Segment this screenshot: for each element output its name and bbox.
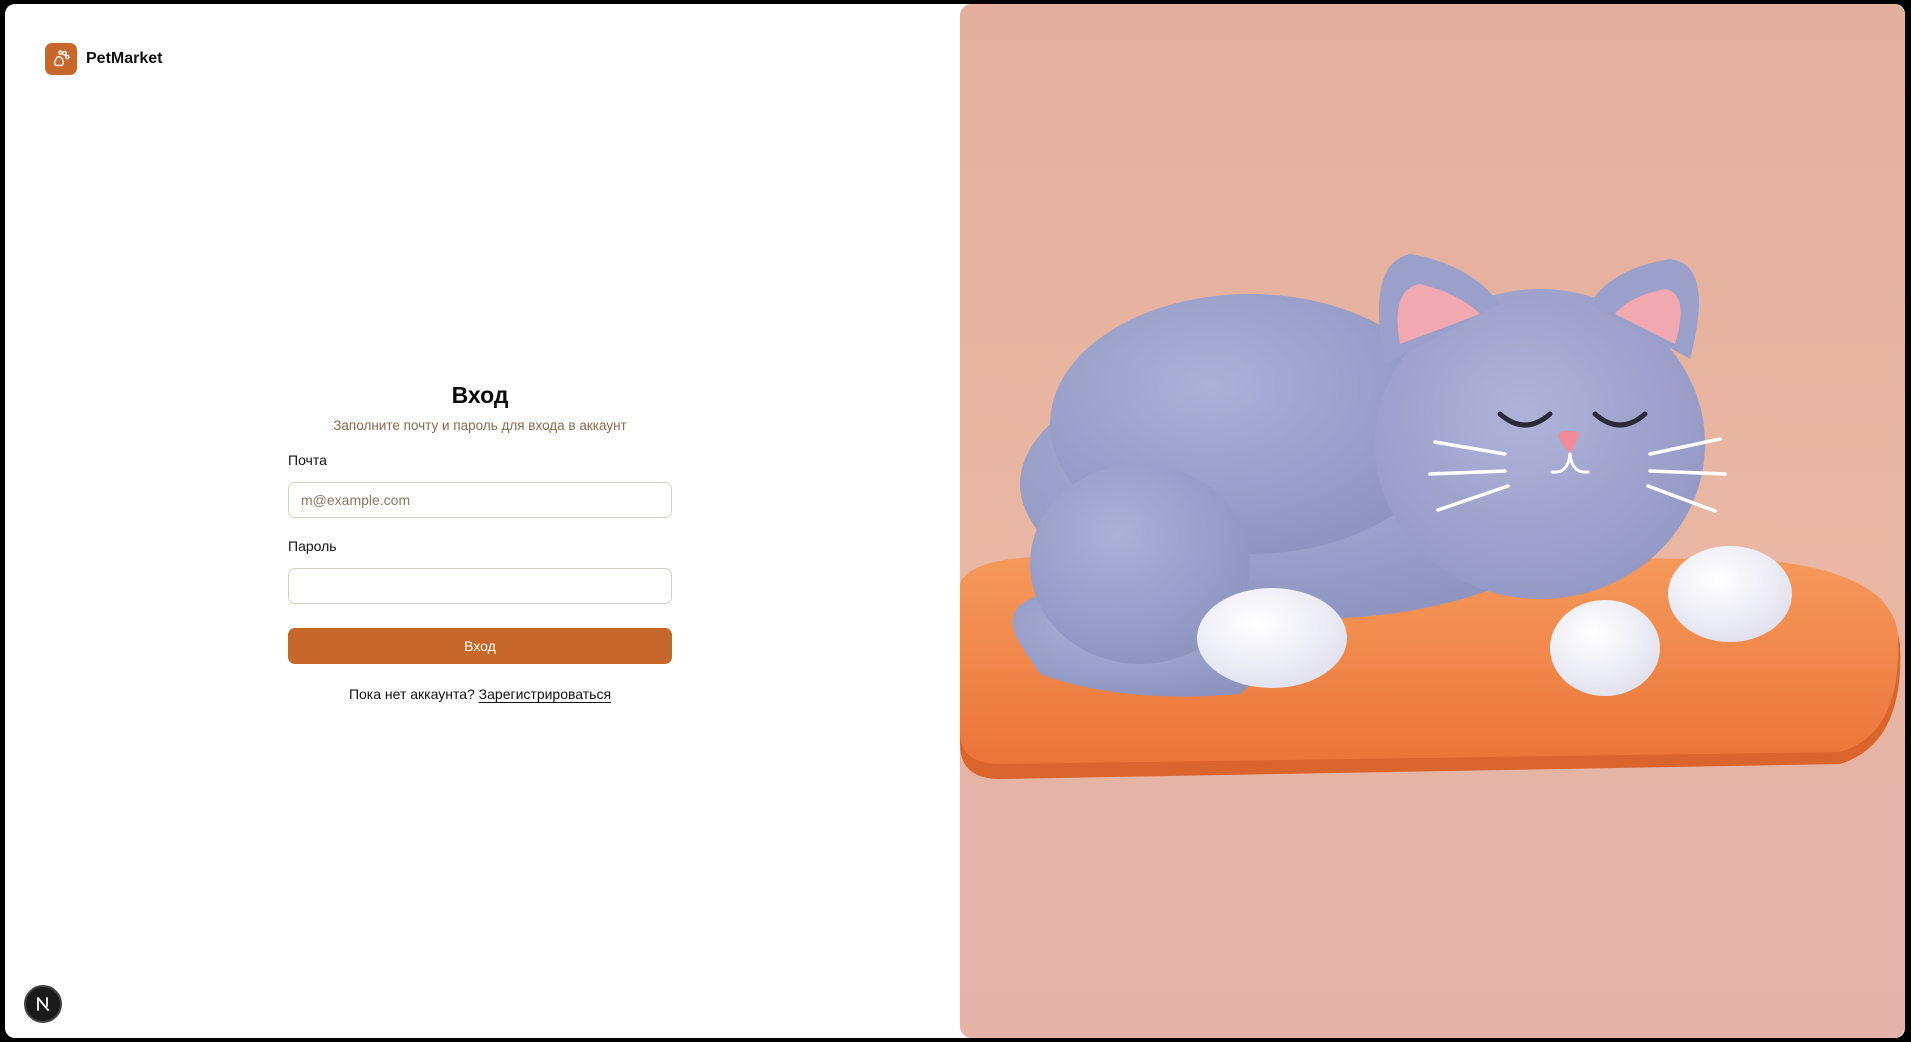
sleeping-cat-illustration xyxy=(960,4,1905,1038)
password-label: Пароль xyxy=(288,538,337,554)
password-field[interactable] xyxy=(288,568,672,604)
signup-prompt-text: Пока нет аккаунта? xyxy=(348,686,479,702)
email-label: Почта xyxy=(288,452,327,468)
login-button[interactable]: Вход xyxy=(288,628,672,664)
nextjs-icon[interactable] xyxy=(24,985,62,1023)
page-title: Вход xyxy=(451,382,509,408)
signup-prompt: Пока нет аккаунта? Зарегистрироваться xyxy=(288,686,672,702)
brand-name: PetMarket xyxy=(86,50,163,67)
email-field[interactable] xyxy=(288,482,672,518)
signup-link[interactable]: Зарегистрироваться xyxy=(479,686,611,702)
page-subtitle: Заполните почту и пароль для входа в акк… xyxy=(333,418,627,433)
login-form: Вход Заполните почту и пароль для входа … xyxy=(288,377,672,702)
paw-icon xyxy=(45,43,77,75)
brand[interactable]: PetMarket xyxy=(45,43,162,75)
login-page: PetMarket Вход Заполните почту и пароль … xyxy=(5,4,1905,1038)
